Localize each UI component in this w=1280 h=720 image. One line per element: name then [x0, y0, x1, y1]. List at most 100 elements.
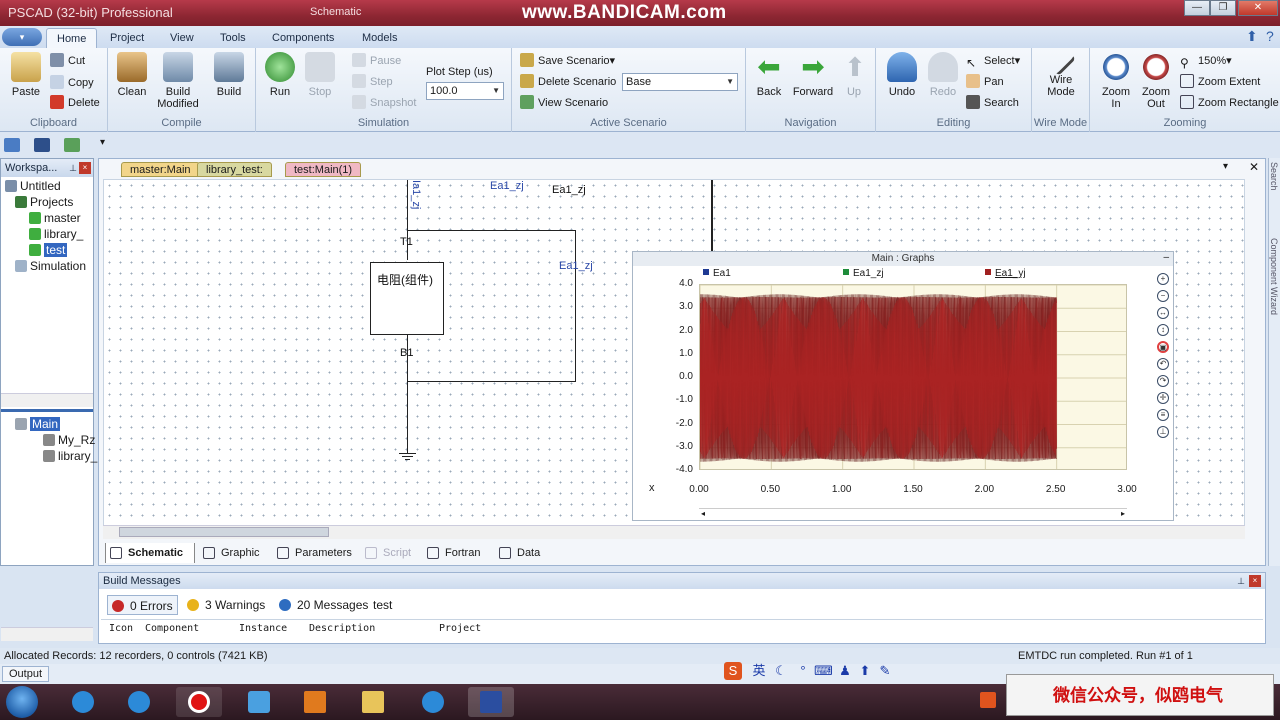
keyboard-icon[interactable]: ⌨ [814, 662, 833, 680]
taskbar-ie2-icon[interactable] [116, 687, 162, 717]
ime-lang[interactable]: 英 [750, 662, 768, 680]
clean-button[interactable]: Clean [116, 52, 148, 98]
moon-icon[interactable]: ☾ [772, 662, 790, 680]
graph-minimize-icon[interactable]: – [1163, 252, 1169, 263]
project-filter[interactable]: test [373, 595, 396, 615]
view-scenario-button[interactable]: View Scenario [520, 94, 608, 112]
tab-data[interactable]: Data [495, 543, 547, 563]
tab-components[interactable]: Components [262, 28, 344, 48]
tab-fortran[interactable]: Fortran [423, 543, 489, 563]
build-button[interactable]: Build [212, 52, 246, 98]
tree-item-main[interactable]: Main [15, 417, 61, 431]
cut-button[interactable]: Cut [50, 52, 85, 70]
schematic-canvas[interactable]: 电阻(组件) Ia1_zj Ea1_zj Ea1_zj Ea1_zj T1 B1… [103, 179, 1245, 529]
column-instance[interactable]: Instance [239, 623, 287, 634]
zoom-out-button[interactable]: Zoom Out [1138, 52, 1174, 110]
ribbon-collapse-icon[interactable]: ⬆ [1246, 28, 1258, 45]
side-tab-search[interactable]: Search [1269, 162, 1279, 191]
step-button[interactable]: Step [352, 73, 393, 91]
back-button[interactable]: ⬅ Back [752, 52, 786, 99]
up-button[interactable]: ⬆ Up [840, 52, 868, 98]
taskbar-ie-icon[interactable] [60, 687, 106, 717]
plot-area[interactable] [699, 284, 1127, 470]
scroll-right-icon[interactable]: ▸ [1121, 509, 1125, 518]
stop-button[interactable]: Stop [304, 52, 336, 98]
scroll-thumb[interactable] [119, 527, 329, 537]
column-icon[interactable]: Icon [109, 623, 133, 634]
copy-button[interactable]: Copy [50, 74, 94, 92]
graph-fit-x-icon[interactable]: ↔ [1157, 307, 1169, 319]
graph-redo-icon[interactable]: ↷ [1157, 375, 1169, 387]
maximize-button[interactable]: ❐ [1210, 0, 1236, 16]
tray-sogou-icon[interactable] [980, 692, 996, 708]
delete-scenario-button[interactable]: Delete Scenario [520, 73, 616, 91]
close-window-button[interactable]: ✕ [1238, 0, 1278, 16]
taskbar-media-icon[interactable] [236, 687, 282, 717]
start-button[interactable] [6, 686, 38, 718]
graph-fit-y-icon[interactable]: ↕ [1157, 324, 1169, 336]
tab-script[interactable]: Script [361, 543, 417, 563]
pin-icon[interactable]: ⊥ [1237, 573, 1245, 589]
tree-item-simulation[interactable]: Simulation [15, 259, 86, 273]
column-component[interactable]: Component [145, 623, 199, 634]
doc-tab-library-test[interactable]: library_test: [197, 162, 272, 177]
tree-item-master[interactable]: master [29, 211, 81, 225]
schematic-hscrollbar[interactable] [103, 525, 1245, 539]
undo-button[interactable]: Undo [884, 52, 920, 98]
panel-splitter[interactable] [1, 409, 93, 412]
workspace-scrollbar[interactable] [1, 393, 93, 407]
user-icon[interactable]: ♟ [836, 662, 854, 680]
close-document-icon[interactable]: ✕ [1249, 160, 1259, 174]
pause-button[interactable]: Pause [352, 52, 401, 70]
taskbar-pscad-icon[interactable] [468, 687, 514, 717]
paste-button[interactable]: Paste [8, 52, 44, 98]
doc-tab-test-main[interactable]: test:Main(1) [285, 162, 362, 177]
zoom-rectangle-button[interactable]: Zoom Rectangle [1180, 94, 1279, 112]
scroll-left-icon[interactable]: ◂ [701, 509, 705, 518]
plot-step-input[interactable]: 100.0 ▼ [426, 82, 504, 100]
graph-marker-icon[interactable]: ⊥ [1157, 426, 1169, 438]
taskbar-ie3-icon[interactable] [410, 687, 456, 717]
tab-project[interactable]: Project [100, 28, 154, 48]
wire-mode-button[interactable]: Wire Mode [1042, 46, 1080, 98]
resistor-component[interactable]: 电阻(组件) [370, 262, 444, 335]
search-button[interactable]: Search [966, 94, 1019, 112]
zoom-in-button[interactable]: Zoom In [1098, 52, 1134, 110]
scenario-select[interactable]: Base ▼ [622, 73, 738, 91]
tree-item-projects[interactable]: Projects [15, 195, 73, 209]
close-icon[interactable]: × [1249, 575, 1261, 587]
save-scenario-button[interactable]: Save Scenario▾ [520, 52, 615, 70]
select-button[interactable]: ↖ Select▾ [966, 52, 1020, 70]
output-tab[interactable]: Output [2, 666, 50, 682]
graph-crosshair-icon[interactable]: ✛ [1157, 392, 1169, 404]
side-tab-component-wizard[interactable]: Component Wizard [1269, 238, 1279, 315]
column-description[interactable]: Description [309, 623, 375, 634]
tree-item-test[interactable]: test [29, 243, 68, 257]
help-icon[interactable]: ? [1266, 28, 1274, 44]
delete-button[interactable]: Delete [50, 94, 100, 112]
doc-tab-master-main[interactable]: master:Main [121, 162, 200, 177]
skin-icon[interactable]: ⬆ [856, 662, 874, 680]
warnings-filter-button[interactable]: 3 Warnings [183, 595, 269, 615]
forward-button[interactable]: ➡ Forward [790, 52, 836, 99]
new-icon[interactable] [4, 138, 20, 152]
tree-item-library-lower[interactable]: library_ [43, 449, 97, 463]
graph-zoom-in-icon[interactable]: + [1157, 273, 1169, 285]
tab-parameters[interactable]: Parameters [273, 543, 357, 563]
application-menu-button[interactable]: ▾ [2, 28, 42, 46]
tab-view[interactable]: View [160, 28, 204, 48]
graph-zoom-rect-icon[interactable]: ▣ [1157, 341, 1169, 353]
tab-tools[interactable]: Tools [210, 28, 256, 48]
tab-schematic[interactable]: Schematic [105, 543, 195, 563]
tab-list-icon[interactable]: ▾ [1223, 161, 1228, 172]
pan-button[interactable]: Pan [966, 73, 1004, 91]
graph-hscrollbar[interactable]: ◂ ▸ [699, 508, 1127, 518]
workspace-lower-scrollbar[interactable] [1, 627, 93, 641]
taskbar-matlab-icon[interactable] [292, 687, 338, 717]
tab-graphic[interactable]: Graphic [199, 543, 267, 563]
snapshot-button[interactable]: Snapshot [352, 94, 416, 112]
close-icon[interactable]: × [79, 162, 91, 174]
refresh-icon[interactable] [64, 138, 80, 152]
graph-frame[interactable]: Main : Graphs – Ea1 Ea1_zj Ea1_yj 4.0 3.0… [632, 251, 1174, 521]
tab-home[interactable]: Home [46, 28, 98, 48]
